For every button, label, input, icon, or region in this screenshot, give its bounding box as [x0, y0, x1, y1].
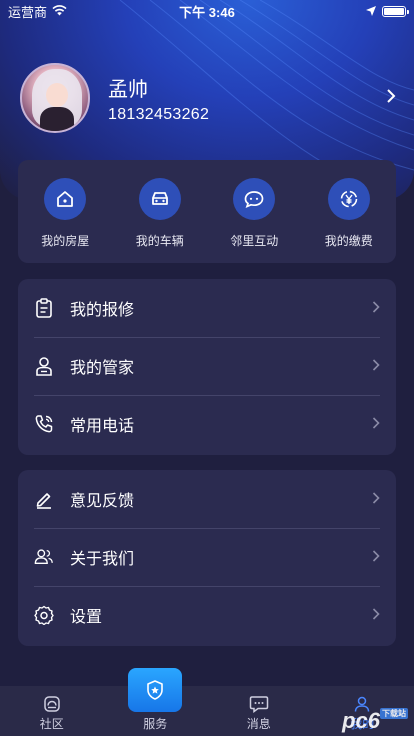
menu-item-butler[interactable]: 我的管家 [18, 337, 396, 395]
quick-action-house[interactable]: 我的房屋 [30, 178, 100, 263]
profile-header[interactable]: 孟帅 18132453262 [20, 62, 396, 134]
quick-action-label: 我的房屋 [41, 234, 90, 248]
chevron-right-icon [372, 358, 380, 374]
phone-icon [34, 414, 54, 434]
quick-action-label: 我的缴费 [324, 234, 373, 248]
quick-action-label: 我的车辆 [135, 234, 184, 248]
quick-action-label: 邻里互动 [230, 234, 279, 248]
chevron-right-icon [372, 300, 380, 316]
user-name: 孟帅 [108, 78, 148, 101]
menu-item-phone-numbers[interactable]: 常用电话 [18, 395, 396, 453]
chevron-right-icon [372, 491, 380, 507]
menu-item-feedback[interactable]: 意见反馈 [18, 470, 396, 528]
feedback-icon [34, 489, 54, 509]
menu-item-about[interactable]: 关于我们 [18, 528, 396, 586]
community-icon [43, 693, 61, 715]
menu-item-label: 关于我们 [70, 551, 135, 568]
tab-label: 消息 [246, 717, 271, 731]
chevron-right-icon [372, 549, 380, 565]
menu-item-repairs[interactable]: 我的报修 [18, 279, 396, 337]
watermark-text: pc6 [342, 708, 380, 733]
battery-icon [382, 5, 409, 17]
quick-action-payment[interactable]: 我的缴费 [314, 178, 384, 263]
service-icon [128, 668, 183, 712]
chevron-right-icon [372, 607, 380, 623]
menu-item-settings[interactable]: 设置 [18, 586, 396, 644]
car-icon [138, 178, 181, 220]
chevron-right-icon [372, 416, 380, 432]
status-bar: 运营商 下午 3:46 [0, 0, 414, 22]
about-icon [34, 547, 54, 567]
avatar[interactable] [20, 63, 90, 133]
quick-action-car[interactable]: 我的车辆 [125, 178, 195, 263]
quick-actions: 我的房屋 我的车辆 邻里互动 我的缴费 [18, 160, 396, 263]
clipboard-icon [34, 298, 54, 318]
tab-service[interactable]: 服务 [104, 668, 208, 736]
message-icon [249, 693, 269, 715]
settings-icon [34, 605, 54, 625]
user-phone: 18132453262 [108, 105, 210, 123]
payment-icon [327, 178, 370, 220]
house-icon [44, 178, 87, 220]
menu-group-general: 意见反馈 关于我们 设置 [18, 470, 396, 646]
tab-community[interactable]: 社区 [0, 686, 104, 736]
chat-icon [233, 178, 276, 220]
menu-group-services: 我的报修 我的管家 常用电话 [18, 279, 396, 455]
menu-item-label: 常用电话 [70, 418, 135, 435]
menu-item-label: 我的管家 [70, 360, 135, 377]
menu-item-label: 设置 [70, 609, 103, 626]
tab-messages[interactable]: 消息 [207, 686, 311, 736]
watermark-logo: pc6 下载站 [342, 708, 408, 734]
menu-item-label: 意见反馈 [70, 493, 135, 510]
quick-action-neighbors[interactable]: 邻里互动 [219, 178, 289, 263]
clock: 下午 3:46 [179, 4, 235, 20]
butler-icon [34, 356, 54, 376]
chevron-right-icon[interactable] [386, 87, 396, 110]
tab-label: 服务 [143, 717, 168, 731]
tab-label: 社区 [39, 717, 64, 731]
menu-item-label: 我的报修 [70, 302, 135, 319]
watermark-sub: 下载站 [380, 708, 408, 719]
tab-bar: 社区 服务 消息 我的 pc6 下载站 [0, 668, 414, 736]
